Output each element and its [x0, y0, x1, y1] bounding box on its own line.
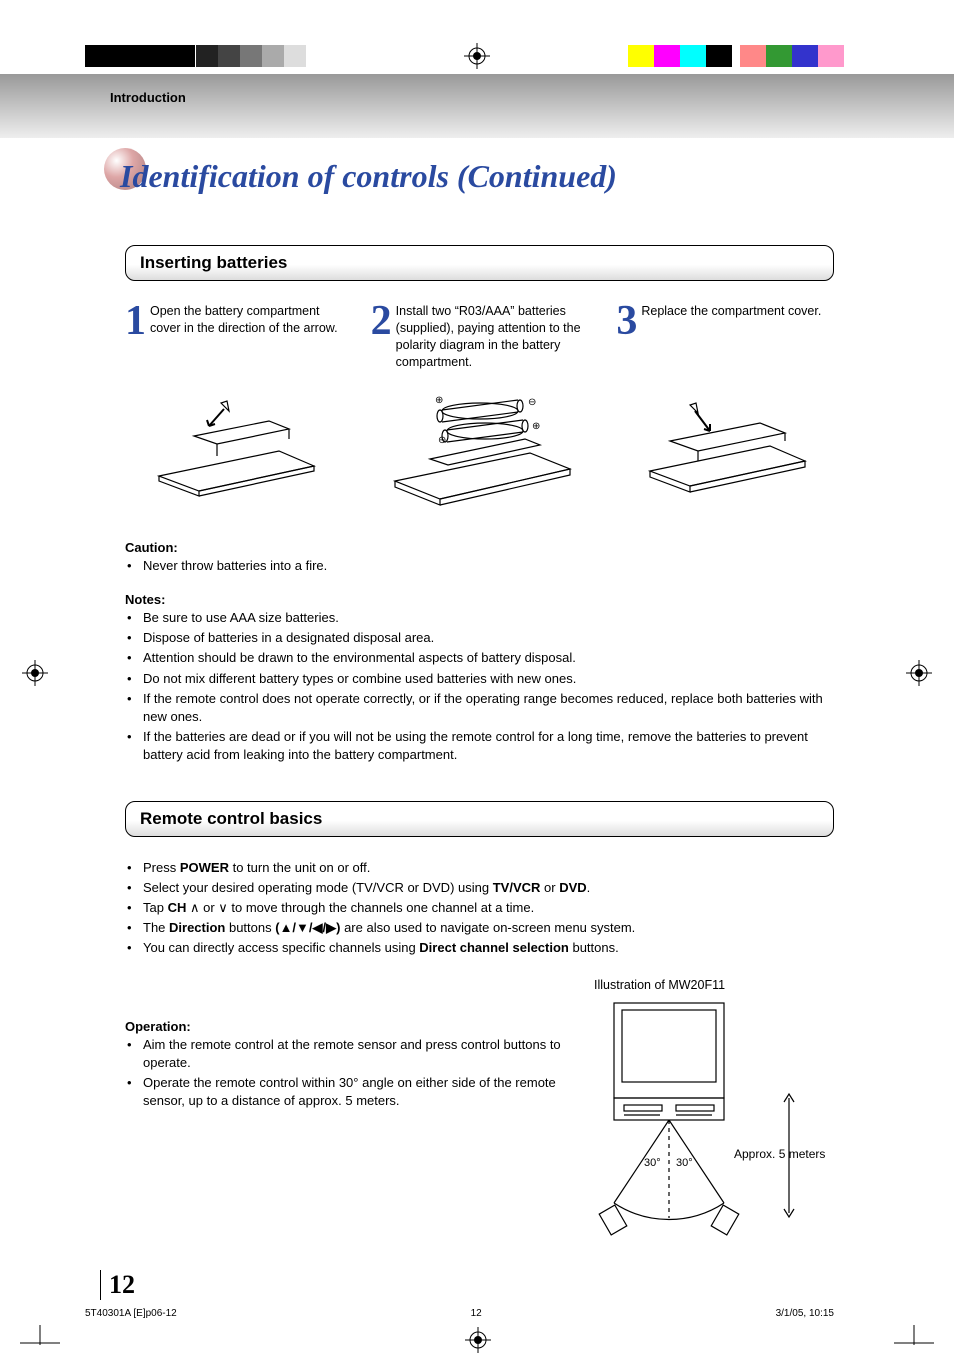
- grey-gradient-squares: [196, 45, 306, 67]
- step-number: 1: [125, 303, 146, 371]
- basics-item: The Direction buttons (▲/▼/◀/▶) are also…: [125, 919, 834, 937]
- tv-range-diagram: 30° 30° Approx. 5 meters: [594, 998, 834, 1238]
- svg-text:30°: 30°: [676, 1157, 693, 1169]
- bottom-crop-marks: [0, 1325, 954, 1365]
- section-label: Introduction: [110, 90, 186, 105]
- registration-mark-icon: [464, 43, 490, 69]
- steps-row: 1 Open the battery compartment cover in …: [125, 303, 834, 371]
- cmyk-squares: [628, 45, 844, 67]
- figure-row: ⊕ ⊖ ⊖ ⊕: [125, 381, 834, 511]
- illustration-caption: Illustration of MW20F11: [594, 978, 834, 992]
- step-text: Replace the compartment cover.: [641, 303, 821, 371]
- basics-item: Select your desired operating mode (TV/V…: [125, 879, 834, 897]
- basics-item: You can directly access specific channel…: [125, 939, 834, 957]
- page-title: Identification of controls (Continued): [120, 158, 954, 195]
- note-item: Be sure to use AAA size batteries.: [125, 609, 834, 627]
- caution-item: Never throw batteries into a fire.: [125, 557, 834, 575]
- figure-open-cover: [125, 381, 343, 511]
- svg-text:⊖: ⊖: [528, 397, 536, 408]
- notes-label: Notes:: [125, 592, 165, 607]
- svg-text:⊕: ⊕: [435, 395, 443, 406]
- page-number: 12: [100, 1270, 954, 1300]
- svg-text:⊖: ⊖: [438, 435, 446, 446]
- basics-item: Tap CH ∧ or ∨ to move through the channe…: [125, 899, 834, 917]
- step-number: 2: [371, 303, 392, 371]
- step-text: Install two “R03/AAA” batteries (supplie…: [396, 303, 589, 371]
- operation-label: Operation:: [125, 1019, 191, 1034]
- note-item: If the batteries are dead or if you will…: [125, 728, 834, 764]
- note-item: Attention should be drawn to the environ…: [125, 649, 834, 667]
- registration-mark-left-icon: [22, 660, 48, 686]
- svg-text:30°: 30°: [644, 1157, 661, 1169]
- print-footer: 5T40301A [E]p06-12 12 3/1/05, 10:15: [0, 1300, 954, 1319]
- section-heading-remote: Remote control basics: [125, 801, 834, 837]
- note-item: Dispose of batteries in a designated dis…: [125, 629, 834, 647]
- page-content: Inserting batteries 1 Open the battery c…: [0, 195, 954, 1238]
- notes-block: Notes: Be sure to use AAA size batteries…: [125, 591, 834, 765]
- step-number: 3: [616, 303, 637, 371]
- step-2: 2 Install two “R03/AAA” batteries (suppl…: [371, 303, 589, 371]
- footer-page: 12: [471, 1308, 482, 1319]
- operation-item: Operate the remote control within 30° an…: [125, 1074, 574, 1110]
- svg-text:Approx. 5 meters: Approx. 5 meters: [734, 1147, 825, 1161]
- note-item: Do not mix different battery types or co…: [125, 670, 834, 688]
- basics-item: Press POWER to turn the unit on or off.: [125, 859, 834, 877]
- print-registration-bar: [0, 44, 954, 68]
- footer-file: 5T40301A [E]p06-12: [85, 1308, 177, 1319]
- footer-date: 3/1/05, 10:15: [776, 1308, 834, 1319]
- caution-label: Caution:: [125, 540, 178, 555]
- note-item: If the remote control does not operate c…: [125, 690, 834, 726]
- basics-list: Press POWER to turn the unit on or off. …: [125, 859, 834, 958]
- figure-close-cover: [616, 381, 834, 511]
- step-1: 1 Open the battery compartment cover in …: [125, 303, 343, 371]
- section-heading-batteries: Inserting batteries: [125, 245, 834, 281]
- figure-insert-batteries: ⊕ ⊖ ⊖ ⊕: [371, 381, 589, 511]
- section-header: Introduction: [0, 74, 954, 138]
- step-3: 3 Replace the compartment cover.: [616, 303, 834, 371]
- black-squares: [85, 45, 195, 67]
- svg-text:⊕: ⊕: [532, 421, 540, 432]
- registration-mark-right-icon: [906, 660, 932, 686]
- operation-item: Aim the remote control at the remote sen…: [125, 1036, 574, 1072]
- caution-block: Caution: Never throw batteries into a fi…: [125, 539, 834, 575]
- step-text: Open the battery compartment cover in th…: [150, 303, 343, 371]
